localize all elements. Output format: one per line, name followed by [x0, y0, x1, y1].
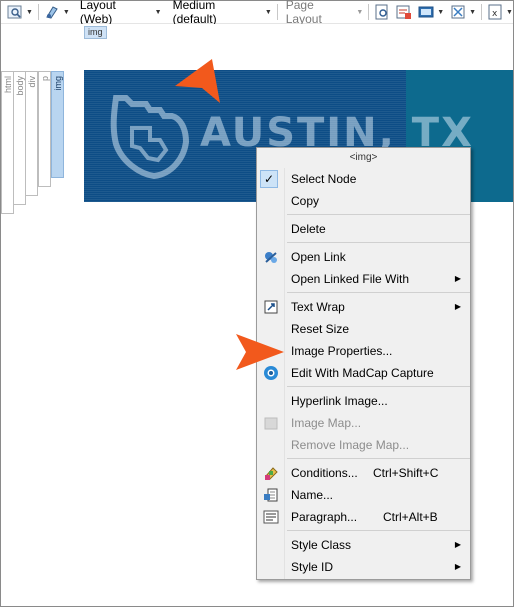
menu-separator: [287, 530, 470, 531]
pointer-arrow-icon: [236, 334, 284, 370]
menu-item-hyperlink-image[interactable]: Hyperlink Image...: [257, 390, 470, 412]
menu-item-label: Text Wrap: [291, 300, 345, 314]
menu-item-select-node[interactable]: ✓ Select Node: [257, 168, 470, 190]
toolbar-separator: [481, 4, 483, 20]
menu-item-label: Name...: [291, 488, 334, 502]
paragraph-icon: [263, 509, 279, 525]
track-changes-icon[interactable]: [396, 4, 412, 20]
menu-item-label: Remove Image Map...: [291, 438, 410, 452]
page-layout-dropdown-caret[interactable]: ▼: [356, 9, 363, 16]
svg-text:x: x: [492, 9, 498, 19]
menu-item-label: Hyperlink Image...: [291, 394, 388, 408]
breadcrumb-tag-p[interactable]: p: [38, 71, 51, 187]
menu-item-image-properties[interactable]: Image Properties...: [257, 340, 470, 362]
submenu-arrow-icon: ▶: [454, 540, 461, 549]
menu-item-label: Select Node: [291, 172, 357, 186]
page-layout-dropdown[interactable]: Page Layout: [286, 0, 351, 26]
submenu-arrow-icon: ▶: [454, 302, 461, 311]
menu-item-label: Open Link: [291, 250, 346, 264]
menu-item-label: Copy: [291, 194, 320, 208]
text-wrap-icon: [263, 299, 279, 315]
structure-bar: img: [1, 24, 513, 69]
menu-item-label: Edit With MadCap Capture: [291, 366, 434, 380]
breadcrumb-tag-div[interactable]: div: [25, 71, 38, 196]
menu-separator: [287, 292, 470, 293]
menu-item-label: Reset Size: [291, 322, 350, 336]
menu-separator: [287, 214, 470, 215]
context-menu: <img> ✓ Select Node Copy Delete Open Lin…: [256, 147, 471, 580]
menu-item-text-wrap[interactable]: Text Wrap ▶: [257, 296, 470, 318]
layout-dropdown[interactable]: Layout (Web): [80, 0, 149, 26]
menu-item-label: Image Properties...: [291, 344, 393, 358]
menu-item-conditions[interactable]: Conditions... Ctrl+Shift+C: [257, 462, 470, 484]
menu-item-label: Conditions...: [291, 466, 358, 480]
menu-item-open-linked-file-with[interactable]: Open Linked File With ▶: [257, 268, 470, 290]
menu-item-label: Delete: [291, 222, 326, 236]
selected-tag-label[interactable]: img: [84, 26, 107, 39]
menu-item-image-map[interactable]: Image Map...: [257, 412, 470, 434]
open-link-icon: [263, 249, 279, 265]
menu-item-label: Paragraph...: [291, 510, 358, 524]
condition-tags-icon[interactable]: [450, 4, 466, 20]
menu-item-style-class[interactable]: Style Class ▶: [257, 534, 470, 556]
menu-item-reset-size[interactable]: Reset Size: [257, 318, 470, 340]
menu-item-style-id[interactable]: Style ID ▶: [257, 556, 470, 578]
menu-item-label: Style Class: [291, 538, 352, 552]
menu-item-remove-image-map[interactable]: Remove Image Map...: [257, 434, 470, 456]
menu-item-shortcut: Ctrl+Shift+C: [373, 466, 439, 480]
toolbar-separator: [368, 4, 370, 20]
check-icon: ✓: [260, 170, 278, 188]
menu-item-name[interactable]: Name...: [257, 484, 470, 506]
medium-dropdown[interactable]: Medium (default): [173, 0, 259, 26]
menu-item-open-link[interactable]: Open Link: [257, 246, 470, 268]
medium-dropdown-caret[interactable]: ▼: [265, 9, 272, 16]
insert-image-dropdown-caret[interactable]: ▼: [437, 9, 444, 16]
variable-dropdown-caret[interactable]: ▼: [506, 9, 513, 16]
menu-item-label: Open Linked File With: [291, 272, 410, 286]
submenu-arrow-icon: ▶: [454, 562, 461, 571]
menu-item-label: Style ID: [291, 560, 334, 574]
menu-separator: [287, 458, 470, 459]
menu-item-copy[interactable]: Copy: [257, 190, 470, 212]
menu-item-delete[interactable]: Delete: [257, 218, 470, 240]
toolbar-separator: [37, 4, 39, 20]
menu-item-paragraph[interactable]: Paragraph... Ctrl+Alt+B: [257, 506, 470, 528]
menu-separator: [287, 386, 470, 387]
image-map-icon: [263, 415, 279, 431]
pointer-arrow-icon: [175, 59, 220, 103]
insert-image-icon[interactable]: [418, 4, 434, 20]
name-icon: [263, 487, 279, 503]
condition-tags-dropdown-caret[interactable]: ▼: [469, 9, 476, 16]
variable-icon[interactable]: x: [487, 4, 503, 20]
menu-item-edit-with-madcap-capture[interactable]: Edit With MadCap Capture: [257, 362, 470, 384]
preview-icon[interactable]: [374, 4, 390, 20]
menu-item-label: Image Map...: [291, 416, 362, 430]
show-tags-dropdown-caret[interactable]: ▼: [63, 9, 70, 16]
menu-item-shortcut: Ctrl+Alt+B: [383, 510, 438, 524]
zoom-dropdown-caret[interactable]: ▼: [26, 9, 33, 16]
xml-editor-toolbar: ▼ ▼ Layout (Web) ▼ Medium (default) ▼ Pa…: [1, 0, 513, 26]
breadcrumb-tag-img[interactable]: img: [51, 71, 64, 178]
menu-separator: [287, 242, 470, 243]
conditions-icon: [263, 465, 279, 481]
zoom-icon[interactable]: [7, 4, 23, 20]
show-tags-icon[interactable]: [44, 4, 60, 20]
menu-header: <img>: [257, 148, 470, 168]
layout-dropdown-caret[interactable]: ▼: [155, 9, 162, 16]
breadcrumb-label: img: [53, 76, 63, 91]
toolbar-separator: [276, 4, 278, 20]
submenu-arrow-icon: ▶: [454, 274, 461, 283]
